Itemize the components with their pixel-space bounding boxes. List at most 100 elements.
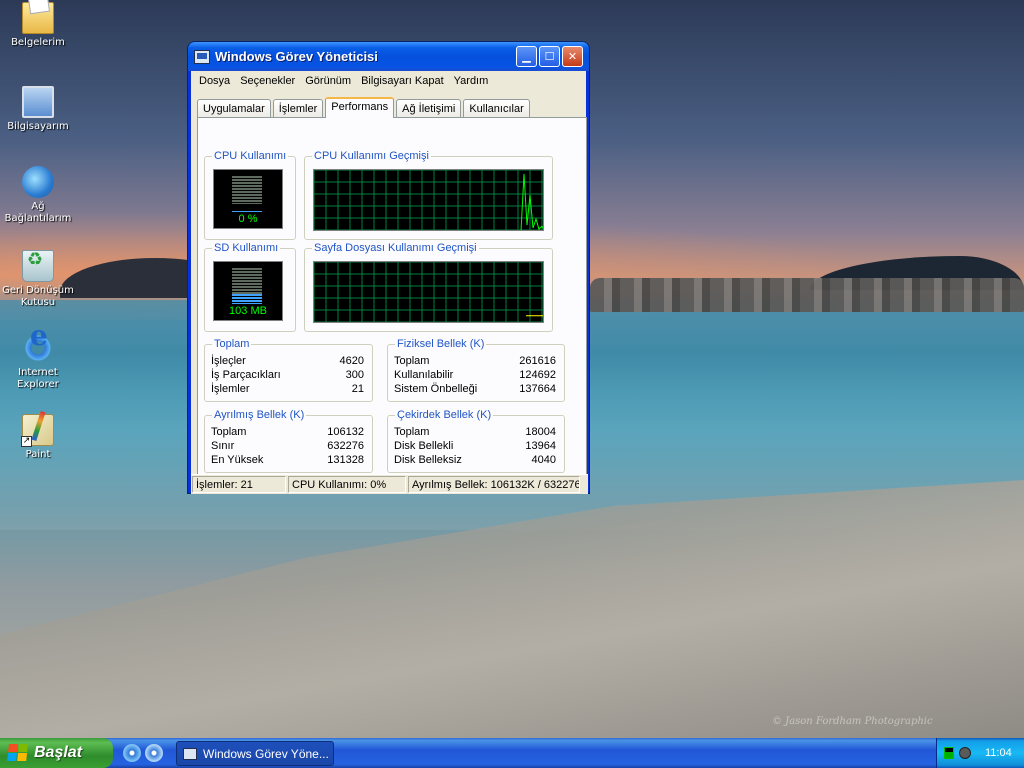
stat-row: İş Parçacıkları 300 (211, 369, 364, 383)
menu-shutdown[interactable]: Bilgisayarı Kapat (356, 75, 449, 87)
stat-row: Sistem Önbelleği 137664 (394, 383, 556, 397)
taskbar-button-task-manager[interactable]: Windows Görev Yöne... (176, 741, 334, 766)
stat-row: En Yüksek 131328 (211, 454, 364, 468)
cpu-usage-group: CPU Kullanımı 0 % (204, 150, 296, 240)
internet-explorer-icon[interactable] (123, 744, 141, 762)
start-label: Başlat (34, 744, 83, 761)
desktop-icon-internet-explorer[interactable]: Internet Explorer (0, 330, 76, 391)
stat-value: 4040 (531, 454, 556, 466)
start-button[interactable]: Başlat (0, 738, 113, 768)
stat-name: İşleçler (211, 355, 246, 367)
task-manager-window[interactable]: Windows Görev Yöneticisi ▁ ☐ ✕ Dosya Seç… (187, 41, 590, 494)
windows-flag-icon (7, 744, 29, 762)
close-button[interactable]: ✕ (562, 46, 583, 67)
stat-value: 300 (345, 369, 364, 381)
desktop-icon-my-documents[interactable]: Belgelerim (0, 2, 76, 49)
stat-value: 13964 (525, 440, 556, 452)
menu-file[interactable]: Dosya (194, 75, 235, 87)
window-title: Windows Görev Yöneticisi (215, 49, 378, 64)
stat-value: 106132 (327, 426, 364, 438)
task-manager-icon (194, 49, 210, 64)
cpu-usage-label: CPU Kullanımı (212, 150, 289, 162)
menu-help[interactable]: Yardım (449, 75, 494, 87)
stat-name: Toplam (211, 426, 247, 438)
stat-name: İş Parçacıkları (211, 369, 281, 381)
safely-remove-hardware-icon[interactable] (959, 747, 971, 759)
cpu-history-label: CPU Kullanımı Geçmişi (312, 150, 431, 162)
stat-row: İşlemler 21 (211, 383, 364, 397)
pf-history-group: Sayfa Dosyası Kullanımı Geçmişi (304, 242, 553, 332)
stat-row: İşleçler 4620 (211, 355, 364, 369)
pf-history-chart (314, 262, 543, 322)
system-tray: 11:04 (936, 738, 1024, 768)
stat-name: Sınır (211, 440, 235, 452)
desktop-icon-label: Internet Explorer (17, 367, 59, 390)
stat-row: Kullanılabilir 124692 (394, 369, 556, 383)
clock[interactable]: 11:04 (985, 747, 1012, 759)
show-desktop-icon[interactable] (145, 744, 163, 762)
pf-history-graph (313, 261, 544, 323)
cpu-history-line (520, 173, 543, 230)
meter-bars (232, 176, 262, 204)
meter-bars (232, 268, 262, 296)
tab-networking[interactable]: Ağ İletişimi (396, 99, 462, 117)
stat-name: Disk Bellekli (394, 440, 454, 452)
pf-usage-meter: 103 MB (213, 261, 283, 321)
meter-fill (232, 294, 262, 304)
performance-panel: CPU Kullanımı 0 % CPU Kullanımı Geçmişi … (197, 117, 587, 493)
kernel-memory-group: Çekirdek Bellek (K) Toplam 18004 Disk Bel… (387, 409, 565, 473)
desktop-breakwater (590, 278, 1024, 312)
task-manager-tray-icon[interactable] (944, 747, 954, 759)
pf-usage-value: 103 MB (229, 305, 267, 317)
tab-users[interactable]: Kullanıcılar (463, 99, 530, 117)
desktop-icon-label: Belgelerim (11, 37, 65, 48)
stat-value: 261616 (519, 355, 556, 367)
tab-performance[interactable]: Performans (325, 97, 395, 118)
paint-icon: ↗ (21, 414, 54, 447)
stat-row: Toplam 261616 (394, 355, 556, 369)
maximize-button[interactable]: ☐ (539, 46, 560, 67)
physical-memory-group: Fiziksel Bellek (K) Toplam 261616 Kullanı… (387, 338, 565, 402)
desktop-icon-label: Geri Dönüşüm Kutusu (2, 285, 74, 308)
my-computer-icon (22, 86, 54, 118)
stat-row: Toplam 106132 (211, 426, 364, 440)
cpu-history-group: CPU Kullanımı Geçmişi (304, 150, 553, 240)
status-processes: İşlemler: 21 (192, 476, 286, 493)
desktop-icon-my-computer[interactable]: Bilgisayarım (0, 86, 76, 133)
stat-name: Toplam (394, 355, 430, 367)
status-commit: Ayrılmış Bellek: 106132K / 632276K (408, 476, 580, 493)
tab-processes[interactable]: İşlemler (272, 99, 324, 117)
physical-memory-label: Fiziksel Bellek (K) (395, 338, 487, 350)
tab-applications[interactable]: Uygulamalar (197, 99, 271, 117)
wallpaper-watermark: © Jason Fordham Photographic (772, 716, 933, 727)
status-bar: İşlemler: 21 CPU Kullanımı: 0% Ayrılmış … (191, 474, 588, 494)
stat-value: 4620 (339, 355, 364, 367)
menu-options[interactable]: Seçenekler (235, 75, 300, 87)
desktop-icon-network-connections[interactable]: Ağ Bağlantılarım (0, 166, 76, 225)
menu-bar: Dosya Seçenekler Görünüm Bilgisayarı Kap… (191, 71, 586, 91)
pf-usage-label: SD Kullanımı (212, 242, 281, 254)
pf-history-label: Sayfa Dosyası Kullanımı Geçmişi (312, 242, 479, 254)
stat-value: 21 (351, 383, 364, 395)
recycle-bin-icon (22, 250, 54, 282)
cpu-usage-value: 0 % (238, 213, 258, 225)
stat-name: Kullanılabilir (394, 369, 454, 381)
stat-value: 137664 (519, 383, 556, 395)
commit-charge-label: Ayrılmış Bellek (K) (212, 409, 307, 421)
minimize-button[interactable]: ▁ (516, 46, 537, 67)
totals-group: Toplam İşleçler 4620 İş Parçacıkları 300 İ… (204, 338, 373, 402)
pf-usage-group: SD Kullanımı 103 MB (204, 242, 296, 332)
stat-row: Sınır 632276 (211, 440, 364, 454)
desktop-icon-label: Paint (25, 449, 51, 460)
meter-fill (232, 211, 262, 212)
totals-label: Toplam (212, 338, 252, 350)
desktop-icon-paint[interactable]: ↗ Paint (0, 414, 76, 461)
title-bar[interactable]: Windows Görev Yöneticisi ▁ ☐ ✕ (188, 42, 589, 71)
status-cpu: CPU Kullanımı: 0% (288, 476, 406, 493)
cpu-history-graph (313, 169, 544, 231)
stat-value: 131328 (327, 454, 364, 466)
desktop-icon-recycle-bin[interactable]: Geri Dönüşüm Kutusu (0, 250, 76, 309)
stat-value: 632276 (327, 440, 364, 452)
menu-view[interactable]: Görünüm (300, 75, 356, 87)
taskbar: Başlat Windows Görev Yöne... 11:04 (0, 738, 1024, 768)
